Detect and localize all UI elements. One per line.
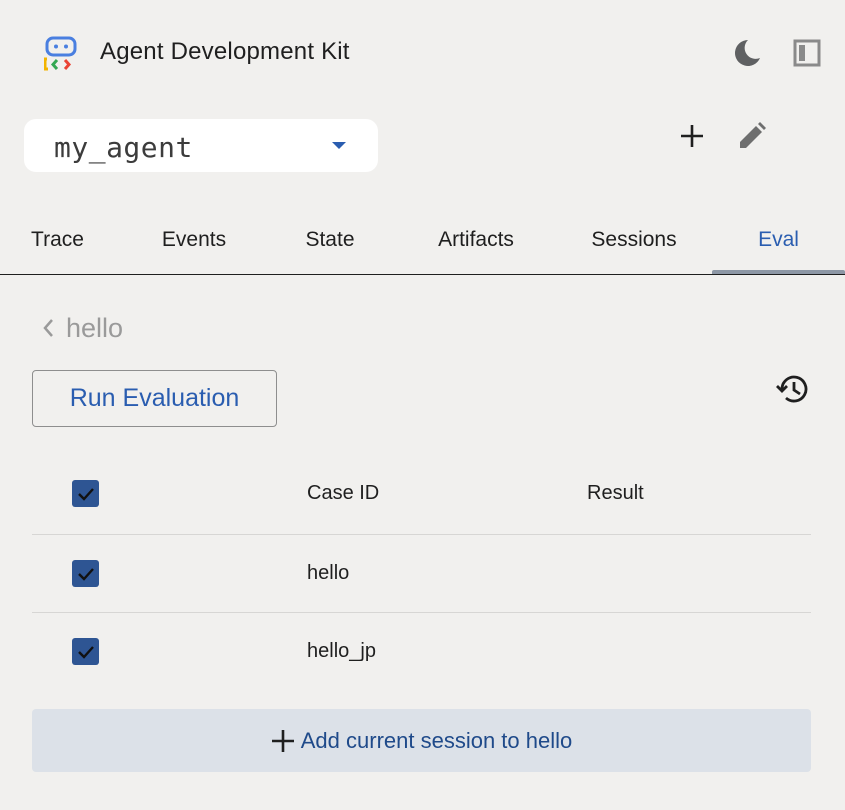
run-evaluation-button[interactable]: Run Evaluation [32,370,277,427]
agent-select[interactable]: my_agent [24,119,378,172]
pencil-icon [740,122,766,148]
case-id-cell: hello_jp [307,640,376,662]
back-to-eval-sets[interactable]: hello [40,308,123,348]
dropdown-caret-icon [332,142,346,149]
tab-sessions[interactable]: Sessions [565,205,703,274]
tab-trace[interactable]: Trace [0,205,115,274]
moon-icon [735,40,760,66]
eval-set-name: hello [66,312,124,343]
check-icon [77,487,94,501]
row-checkbox[interactable] [72,638,99,665]
edit-session-button[interactable] [736,120,768,152]
plus-icon [271,729,294,752]
active-tab-indicator [712,270,845,274]
add-current-session-label: Add current session to hello [300,727,573,753]
column-header-result: Result [587,482,644,504]
chevron-left-icon [43,319,53,337]
adk-logo-icon [44,36,77,71]
column-header-case-id: Case ID [307,482,380,504]
add-current-session-button[interactable]: Add current session to hello [32,709,811,772]
tab-artifacts[interactable]: Artifacts [412,205,540,274]
panel-tabs: Trace Events State Artifacts Sessions Ev… [0,205,845,275]
check-icon [77,645,94,659]
tab-state[interactable]: State [270,205,390,274]
app-title: Agent Development Kit [100,38,350,65]
theme-toggle-button[interactable] [730,36,764,70]
check-icon [77,567,94,581]
eval-history-button[interactable] [774,370,812,408]
table-row: hello_jp [32,613,811,691]
history-icon [776,375,808,403]
select-all-checkbox[interactable] [72,480,99,507]
app-header: Agent Development Kit [0,0,845,105]
tab-events[interactable]: Events [133,205,255,274]
eval-cases-table: Case ID Result hello hello_jp [32,455,811,691]
case-id-cell: hello [307,562,350,584]
sidebar-collapse-icon [793,39,821,67]
table-row: hello [32,535,811,613]
row-checkbox[interactable] [72,560,99,587]
sidebar-toggle-button[interactable] [792,38,822,68]
agent-select-value: my_agent [54,131,193,164]
tab-eval[interactable]: Eval [712,205,845,274]
plus-icon [681,125,703,147]
table-header-row: Case ID Result [32,455,811,535]
new-session-button[interactable] [676,120,708,152]
